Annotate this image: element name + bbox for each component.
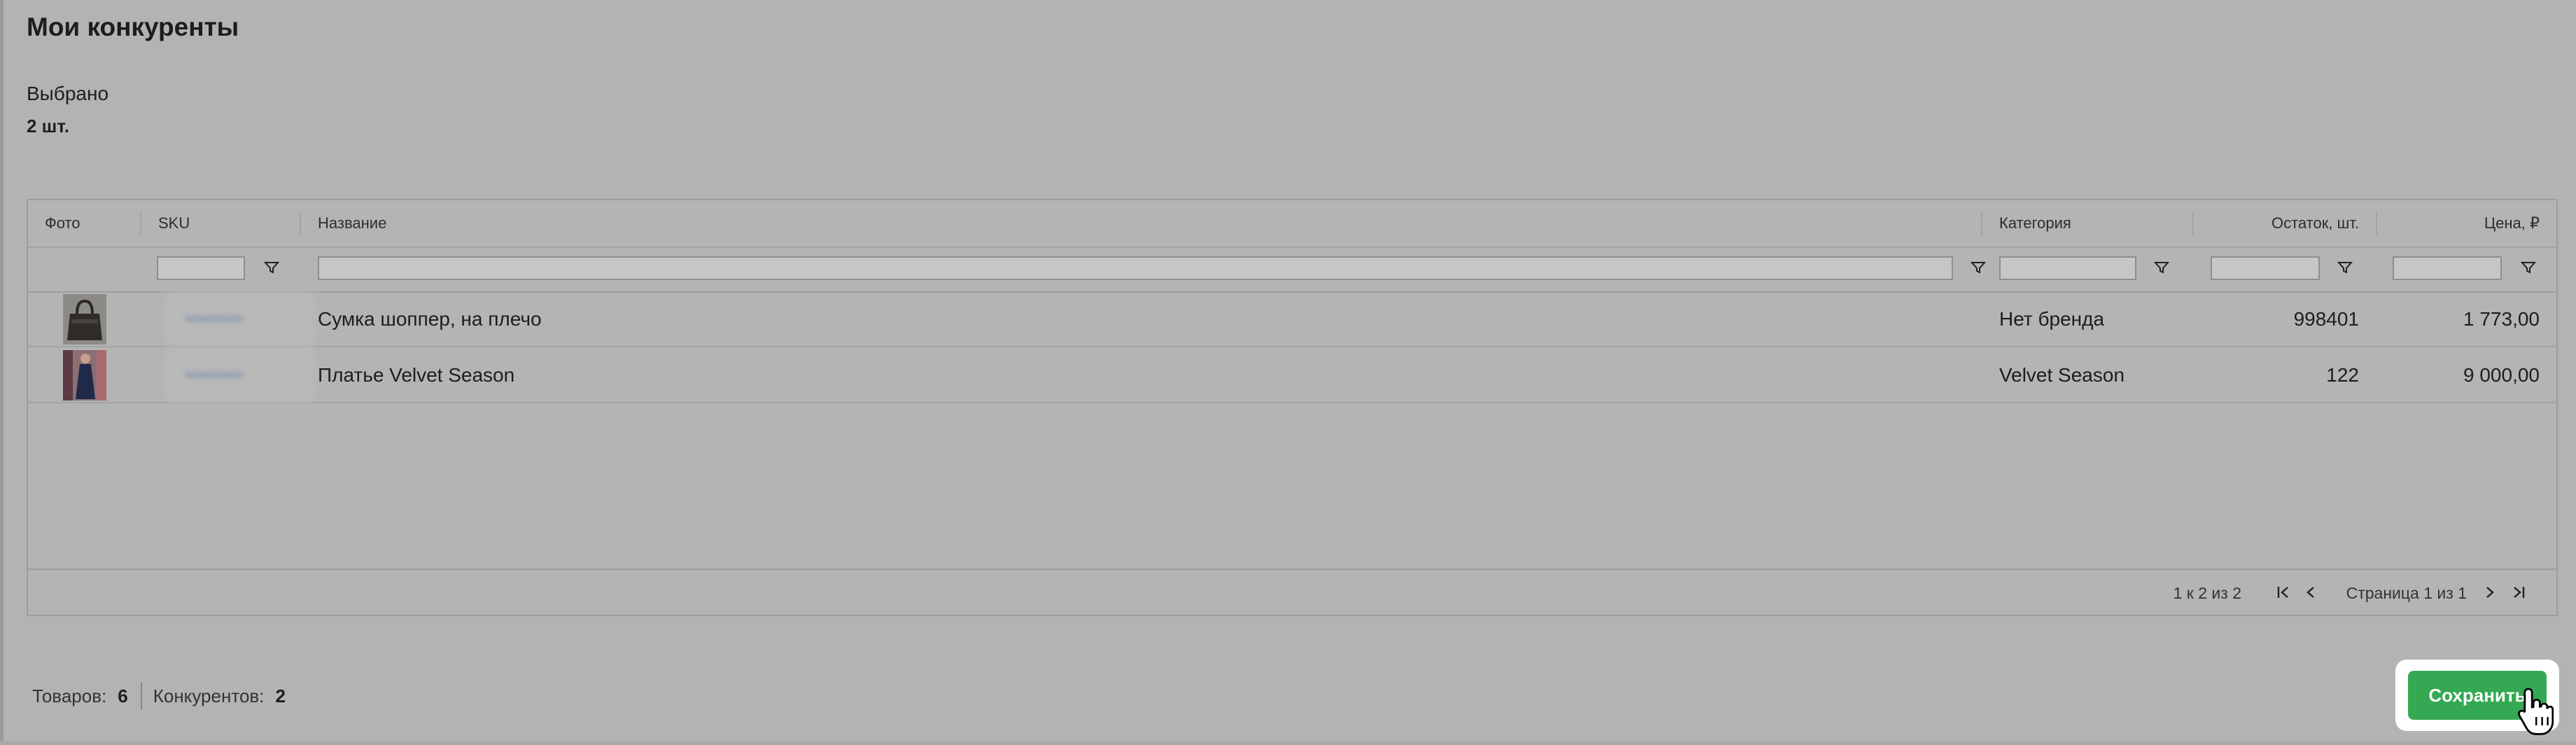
sku-link[interactable]: ••••••••••	[168, 349, 260, 402]
filter-icon[interactable]	[2153, 259, 2170, 276]
category-filter-input[interactable]	[1999, 256, 2136, 280]
product-stock: 122	[2326, 364, 2359, 386]
competitors-count: 2	[275, 685, 286, 706]
product-name: Платье Velvet Season	[318, 364, 515, 386]
selected-label: Выбрано	[27, 83, 109, 104]
prev-page-icon[interactable]	[2302, 583, 2321, 602]
column-header-category[interactable]: Категория	[1982, 200, 2192, 246]
products-label: Товаров:	[32, 685, 107, 706]
products-count: 6	[118, 685, 128, 706]
sku-text: ••••••••••	[185, 365, 244, 384]
filter-icon[interactable]	[1970, 259, 1987, 276]
filter-icon[interactable]	[2520, 259, 2537, 276]
product-stock: 998401	[2293, 308, 2359, 330]
column-header-photo[interactable]: Фото	[28, 200, 140, 246]
grid-filter-row	[28, 246, 2556, 293]
sku-link[interactable]: ••••••••••	[168, 293, 260, 346]
grid-header: Фото SKU Название Категория Остаток, шт.…	[28, 200, 2556, 248]
stats-divider	[140, 683, 142, 709]
column-header-stock[interactable]: Остаток, шт.	[2194, 200, 2376, 246]
competitors-grid: Фото SKU Название Категория Остаток, шт.…	[27, 199, 2558, 616]
product-category: Нет бренда	[1999, 308, 2105, 330]
last-page-icon[interactable]	[2509, 583, 2528, 602]
competitors-label: Конкурентов:	[153, 685, 265, 706]
sku-text: ••••••••••	[185, 309, 244, 328]
product-category: Velvet Season	[1999, 364, 2125, 386]
pager-count: 1 к 2 из 2	[2173, 584, 2241, 602]
window-left-edge	[0, 0, 4, 745]
table-row[interactable]: •••••••••• Платье Velvet Season Velvet S…	[28, 349, 2556, 403]
product-photo	[63, 294, 106, 344]
first-page-icon[interactable]	[2274, 583, 2293, 602]
product-price: 9 000,00	[2463, 364, 2540, 386]
page-title: Мои конкуренты	[27, 13, 239, 41]
name-filter-input[interactable]	[318, 256, 1953, 280]
selected-count: 2 шт.	[27, 116, 70, 137]
product-price: 1 773,00	[2463, 308, 2540, 330]
footer-stats: Товаров: 6 Конкурентов: 2	[32, 683, 286, 709]
next-page-icon[interactable]	[2479, 583, 2499, 602]
filter-icon[interactable]	[2337, 259, 2353, 276]
price-filter-input[interactable]	[2393, 256, 2502, 280]
pager-page-text: Страница 1 из 1	[2346, 584, 2467, 602]
table-row[interactable]: •••••••••• Сумка шоппер, на плечо Нет бр…	[28, 293, 2556, 347]
hand-pointer-icon	[2517, 688, 2554, 735]
window-bottom-edge	[0, 741, 2576, 745]
sku-filter-input[interactable]	[157, 256, 245, 280]
stock-filter-input[interactable]	[2211, 256, 2320, 280]
grid-pager: 1 к 2 из 2 Страница 1 из 1	[28, 569, 2556, 615]
product-photo	[63, 350, 106, 401]
filter-icon[interactable]	[263, 259, 280, 276]
column-header-price[interactable]: Цена, ₽	[2377, 200, 2556, 246]
product-name: Сумка шоппер, на плечо	[318, 308, 542, 330]
column-header-name[interactable]: Название	[301, 200, 1981, 246]
